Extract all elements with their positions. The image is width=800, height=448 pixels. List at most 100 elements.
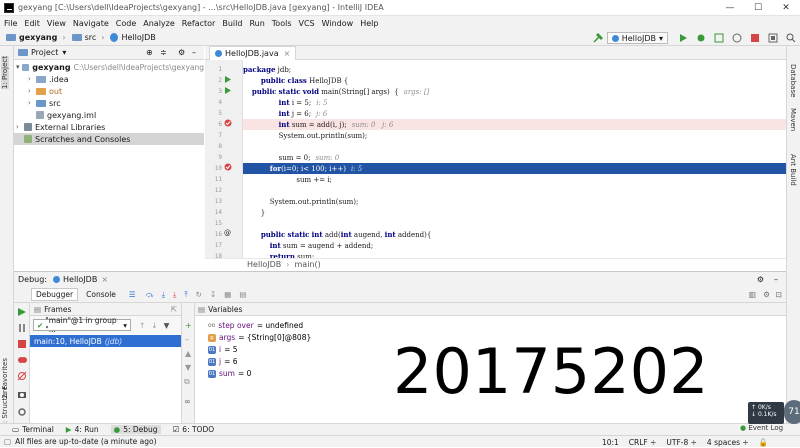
- stop-icon[interactable]: [750, 33, 760, 43]
- layout-icon[interactable]: ▥: [749, 290, 756, 299]
- code-line[interactable]: }: [243, 207, 786, 218]
- menu-vcs[interactable]: VCS: [299, 19, 315, 28]
- menu-run[interactable]: Run: [249, 19, 264, 28]
- settings-icon[interactable]: [17, 407, 27, 417]
- code-line[interactable]: sum = 0; sum: 0: [243, 152, 786, 163]
- code-line[interactable]: [243, 141, 786, 152]
- menu-code[interactable]: Code: [116, 19, 136, 28]
- tree-item[interactable]: Scratches and Consoles: [14, 133, 204, 145]
- code-line[interactable]: public static int add(int augend, int ad…: [243, 229, 786, 240]
- minimize-button[interactable]: —: [716, 0, 744, 16]
- menu-file[interactable]: File: [4, 19, 17, 28]
- implemented-method-icon[interactable]: @: [224, 229, 231, 237]
- code-line[interactable]: for(i=0; i< 100; i++) i: 5: [243, 163, 786, 174]
- tab-console[interactable]: Console: [81, 288, 121, 301]
- search-everywhere-icon[interactable]: [786, 33, 796, 43]
- menu-navigate[interactable]: Navigate: [73, 19, 109, 28]
- code-line[interactable]: [243, 185, 786, 196]
- gear-icon[interactable]: ⚙: [178, 48, 185, 57]
- menu-refactor[interactable]: Refactor: [182, 19, 216, 28]
- debug-session-tab[interactable]: HelloJDB: [63, 275, 97, 284]
- debug-icon[interactable]: [696, 33, 706, 43]
- run-gutter-icon[interactable]: [224, 76, 231, 85]
- tab-debugger[interactable]: Debugger: [31, 288, 79, 301]
- coverage-icon[interactable]: [714, 33, 724, 43]
- menu-window[interactable]: Window: [322, 19, 354, 28]
- gear-icon[interactable]: ⚙: [757, 275, 764, 284]
- breakpoint-icon[interactable]: [224, 163, 232, 173]
- profile-icon[interactable]: [732, 33, 742, 43]
- close-button[interactable]: ✕: [772, 0, 800, 16]
- hide-panel-icon[interactable]: –: [774, 275, 778, 284]
- network-percent-badge[interactable]: 71: [784, 400, 800, 424]
- menu-tools[interactable]: Tools: [272, 19, 292, 28]
- collapse-all-icon[interactable]: ≑: [160, 48, 167, 57]
- breadcrumb-method[interactable]: main(): [295, 260, 321, 269]
- indent-setting[interactable]: 4 spaces ÷: [707, 438, 749, 447]
- add-watch-icon[interactable]: +: [185, 321, 192, 330]
- todo-tab[interactable]: ☑ 6: TODO: [173, 425, 215, 434]
- menu-edit[interactable]: Edit: [24, 19, 40, 28]
- lock-icon[interactable]: 🔓: [759, 438, 768, 447]
- tree-item[interactable]: › out: [14, 85, 204, 97]
- watches-toggle-icon[interactable]: ∞: [184, 397, 191, 406]
- code-editor[interactable]: package jdb; public class HelloJDB { pub…: [243, 60, 786, 258]
- project-tool-tab[interactable]: 1: Project: [1, 56, 9, 89]
- code-line[interactable]: int sum = add(i, j); sum: 0 j: 6: [243, 119, 786, 130]
- project-structure-icon[interactable]: [768, 33, 778, 43]
- step-over-icon[interactable]: ⤼: [146, 290, 154, 300]
- move-down-icon[interactable]: ▼: [185, 363, 191, 372]
- panel-toggle-icon[interactable]: ▢: [4, 437, 11, 446]
- code-line[interactable]: sum += i;: [243, 174, 786, 185]
- pause-icon[interactable]: [17, 323, 27, 333]
- variable-row[interactable]: p args = {String[0]@808}: [208, 332, 311, 343]
- code-line[interactable]: int j = 6; j: 6: [243, 108, 786, 119]
- chevron-right-icon[interactable]: ›: [28, 99, 36, 107]
- tree-item[interactable]: gexyang.iml: [14, 109, 204, 121]
- database-tool-tab[interactable]: Database: [789, 64, 797, 97]
- trace-icon[interactable]: ▤: [239, 290, 246, 299]
- thread-select[interactable]: ✔ "main"@1 in group "... ▾: [33, 316, 131, 334]
- run-gutter-icon[interactable]: [224, 87, 231, 96]
- variable-row[interactable]: 01 i = 5: [208, 344, 238, 355]
- drop-frame-icon[interactable]: ↻: [196, 290, 202, 299]
- step-into-icon[interactable]: ⤓: [162, 290, 165, 300]
- menu-build[interactable]: Build: [222, 19, 242, 28]
- stop-icon[interactable]: [17, 339, 27, 349]
- hide-panel-icon[interactable]: –: [192, 48, 196, 57]
- structure-tool-tab[interactable]: Z: Structure: [1, 386, 9, 428]
- project-panel-title[interactable]: Project: [31, 48, 58, 57]
- code-line[interactable]: [243, 218, 786, 229]
- filter-icon[interactable]: ▼: [164, 321, 170, 330]
- maximize-button[interactable]: ☐: [744, 0, 772, 16]
- chevron-down-icon[interactable]: ▾: [16, 63, 22, 71]
- chevron-right-icon[interactable]: ›: [16, 123, 24, 131]
- code-line[interactable]: public class HelloJDB {: [243, 75, 786, 86]
- variable-row[interactable]: 01 j = 6: [208, 356, 238, 367]
- run-tab[interactable]: ▶ 4: Run: [66, 425, 99, 434]
- breadcrumb-file[interactable]: HelloJDB: [110, 33, 156, 42]
- caret-position[interactable]: 10:1: [602, 438, 619, 447]
- restore-layout-icon[interactable]: ⇱: [171, 305, 177, 314]
- step-out-icon[interactable]: ⤒: [184, 290, 187, 300]
- show-execution-point-icon[interactable]: ☰: [129, 290, 136, 299]
- menu-help[interactable]: Help: [360, 19, 378, 28]
- tree-item[interactable]: › .idea: [14, 73, 204, 85]
- code-line[interactable]: return sum;: [243, 251, 786, 258]
- close-session-icon[interactable]: ×: [101, 275, 108, 284]
- locate-icon[interactable]: ⊕: [146, 48, 153, 57]
- chevron-right-icon[interactable]: ›: [28, 87, 36, 95]
- run-icon[interactable]: [678, 33, 688, 43]
- maven-tool-tab[interactable]: Maven: [789, 108, 797, 131]
- ant-tool-tab[interactable]: Ant Build: [789, 154, 797, 186]
- terminal-tab[interactable]: ▭ Terminal: [12, 425, 54, 434]
- run-to-cursor-icon[interactable]: ↧: [210, 290, 216, 299]
- pin-icon[interactable]: ⊡: [776, 290, 782, 299]
- chevron-right-icon[interactable]: ›: [28, 75, 36, 83]
- mute-breakpoints-icon[interactable]: [17, 371, 27, 381]
- variable-row[interactable]: 01 sum = 0: [208, 368, 251, 379]
- variable-row[interactable]: oo step over = undefined: [208, 320, 303, 331]
- breakpoint-icon[interactable]: [224, 119, 232, 129]
- breadcrumb-class[interactable]: HelloJDB: [247, 260, 281, 269]
- copy-icon[interactable]: ⧉: [184, 377, 190, 387]
